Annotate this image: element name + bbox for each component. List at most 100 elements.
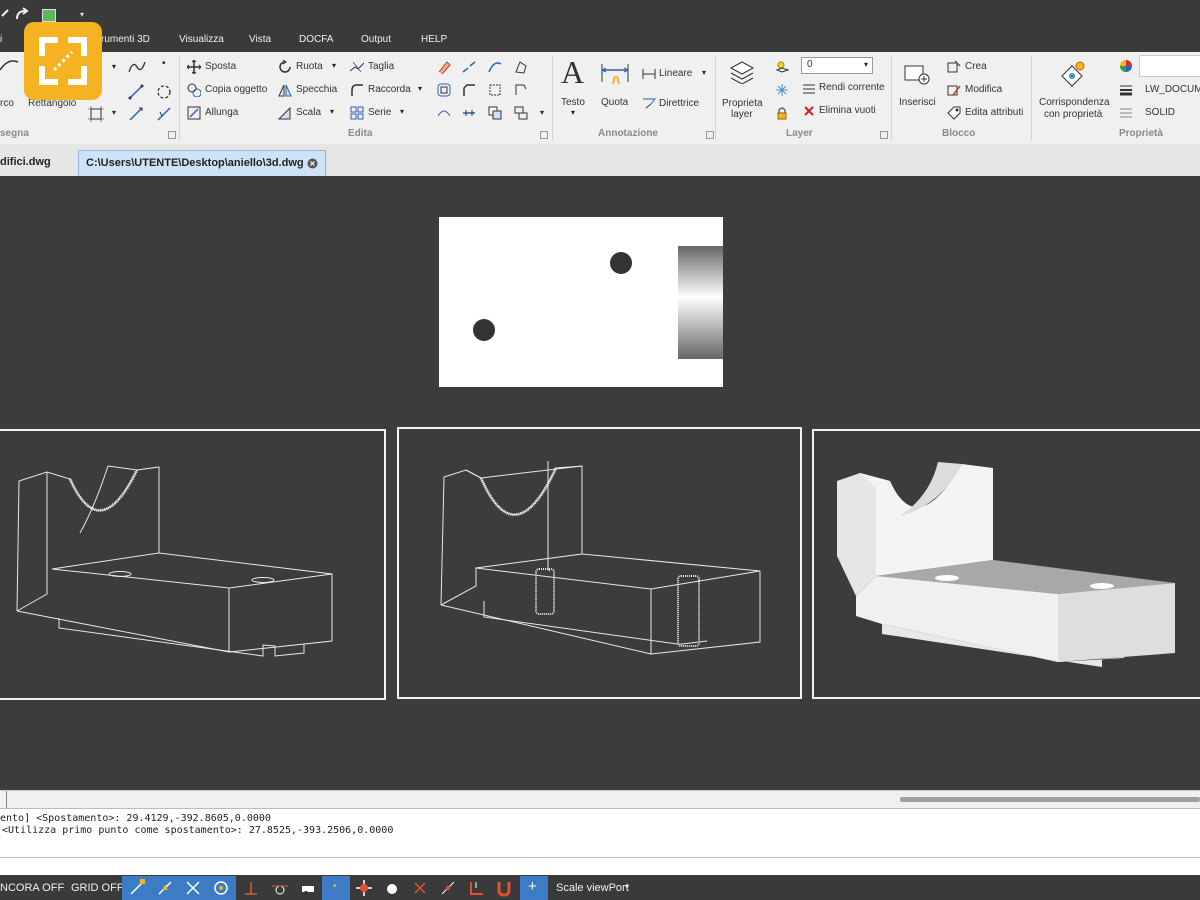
insertion-snap-icon[interactable] <box>354 878 376 898</box>
array-button[interactable]: Serie <box>368 107 391 118</box>
insert-button[interactable]: Inserisci <box>899 97 936 108</box>
group-launcher-edita[interactable] <box>540 131 548 139</box>
horizontal-scrollbar[interactable] <box>0 790 1200 809</box>
color-dropdown[interactable] <box>1139 55 1200 77</box>
fillet-button[interactable]: Raccorda <box>368 84 411 95</box>
ray-icon[interactable] <box>156 106 172 122</box>
layer-dropdown[interactable]: 0 ▾ <box>801 57 873 74</box>
match-properties-button[interactable]: Corrispondenza <box>1039 97 1110 108</box>
chevron-down-icon[interactable]: ▾ <box>540 108 544 117</box>
chamfer-icon[interactable] <box>462 83 476 97</box>
break-icon[interactable] <box>462 60 476 74</box>
linetype-value[interactable]: SOLID <box>1145 107 1175 118</box>
node-snap-toggle[interactable]: • <box>322 876 350 900</box>
region-icon[interactable] <box>88 106 104 122</box>
tab-3d-dwg[interactable]: C:\Users\UTENTE\Desktop\aniello\3d.dwg <box>78 150 326 177</box>
menu-item-vista[interactable]: Vista <box>249 34 271 45</box>
text-button[interactable]: Testo <box>561 97 585 108</box>
chevron-down-icon[interactable]: ▾ <box>112 108 116 117</box>
parallel-snap-icon[interactable] <box>438 878 460 898</box>
chevron-down-icon[interactable]: ▾ <box>330 107 334 116</box>
layer-properties-button-line2[interactable]: layer <box>731 109 753 120</box>
chevron-down-icon[interactable]: ▾ <box>571 108 575 117</box>
mirror-button[interactable]: Specchia <box>296 84 337 95</box>
erase-icon[interactable] <box>437 60 451 74</box>
xline-icon[interactable] <box>128 106 144 122</box>
chevron-down-icon[interactable]: ▾ <box>702 68 706 77</box>
ortho-icon[interactable] <box>466 878 488 898</box>
menu-item-strumenti-3d[interactable]: rumenti 3D <box>101 34 150 45</box>
menu-item-help[interactable]: HELP <box>421 34 447 45</box>
group-icon[interactable] <box>514 106 528 120</box>
group-launcher-layer[interactable] <box>880 131 888 139</box>
make-current-button[interactable]: Rendi corrente <box>819 82 885 93</box>
extension-snap-icon[interactable] <box>410 878 432 898</box>
grid-toggle[interactable]: GRID OFF <box>71 882 124 894</box>
draw-order-icon[interactable] <box>488 106 502 120</box>
tangent-snap-icon[interactable] <box>270 878 292 898</box>
offset-icon[interactable] <box>437 83 451 97</box>
leader-button[interactable]: Direttrice <box>659 98 699 109</box>
line-icon[interactable] <box>128 84 144 100</box>
intersection-snap-icon[interactable] <box>183 878 205 898</box>
match-properties-button-line2[interactable]: con proprietà <box>1044 109 1102 120</box>
dynamic-input-toggle[interactable]: + <box>520 876 548 900</box>
undo-icon[interactable] <box>0 8 10 22</box>
chevron-down-icon[interactable]: ▾ <box>332 61 336 70</box>
quadrant-snap-icon[interactable] <box>382 878 404 898</box>
menu-item-partial[interactable]: i <box>0 34 2 45</box>
scale-button[interactable]: Scala <box>296 107 321 118</box>
edit-block-button[interactable]: Modifica <box>965 84 1002 95</box>
midpoint-snap-icon[interactable] <box>155 878 177 898</box>
group-launcher-annotazione[interactable] <box>706 131 714 139</box>
delete-empty-button[interactable]: Elimina vuoti <box>819 105 876 116</box>
scrollbar-thumb[interactable] <box>900 797 1200 802</box>
snap-toggle[interactable]: NCORA OFF <box>0 882 64 894</box>
xray-viewport[interactable] <box>397 427 802 699</box>
layer-on-icon[interactable] <box>775 60 789 74</box>
color-wheel-icon[interactable] <box>1119 59 1133 73</box>
top-view-viewport[interactable] <box>439 217 723 387</box>
tab-edifici[interactable]: difici.dwg <box>0 150 76 176</box>
drawing-area[interactable] <box>0 176 1200 790</box>
polygon-icon[interactable] <box>156 84 172 100</box>
command-input[interactable] <box>0 858 1200 875</box>
group-launcher-disegna[interactable] <box>168 131 176 139</box>
edit-pline-icon[interactable] <box>514 83 528 97</box>
join-icon[interactable] <box>488 60 502 74</box>
dimension-button[interactable]: Quota <box>601 97 628 108</box>
create-button[interactable]: Crea <box>965 61 987 72</box>
chevron-down-icon[interactable]: ▾ <box>625 882 629 891</box>
scale-viewport-dropdown[interactable]: Scale viewPort <box>556 882 629 894</box>
wireframe-viewport[interactable] <box>0 429 386 700</box>
layer-freeze-icon[interactable] <box>775 83 789 97</box>
chevron-down-icon[interactable]: ▾ <box>400 107 404 116</box>
menu-item-visualizza[interactable]: Visualizza <box>179 34 224 45</box>
trim-button[interactable]: Taglia <box>368 61 394 72</box>
magnet-icon[interactable] <box>494 878 516 898</box>
edit-attributes-button[interactable]: Edita attributi <box>965 107 1023 118</box>
stretch-icon[interactable] <box>514 60 528 74</box>
copy-button[interactable]: Copia oggetto <box>205 84 267 95</box>
layer-lock-icon[interactable] <box>775 106 789 120</box>
nearest-snap-icon[interactable] <box>298 878 320 898</box>
rotate-button[interactable]: Ruota <box>296 61 323 72</box>
align-icon[interactable] <box>462 106 476 120</box>
command-window[interactable]: ento] <Spostamento>: 29.4129,-392.8605,0… <box>0 808 1200 875</box>
shaded-viewport[interactable] <box>812 429 1200 699</box>
endpoint-snap-icon[interactable] <box>127 878 149 898</box>
linear-button[interactable]: Lineare <box>659 68 692 79</box>
perpendicular-snap-icon[interactable] <box>241 878 263 898</box>
center-snap-icon[interactable] <box>211 878 233 898</box>
explode-icon[interactable] <box>488 83 502 97</box>
quick-access-dropdown-icon[interactable]: ▾ <box>80 10 84 19</box>
chevron-down-icon[interactable]: ▾ <box>418 84 422 93</box>
close-icon[interactable] <box>307 158 318 169</box>
save-icon[interactable] <box>42 9 56 22</box>
extend-button[interactable]: Allunga <box>205 107 238 118</box>
lengthen-icon[interactable] <box>437 106 451 120</box>
menu-item-docfa[interactable]: DOCFA <box>299 34 333 45</box>
menu-item-output[interactable]: Output <box>361 34 391 45</box>
layer-properties-button[interactable]: Proprieta <box>722 98 763 109</box>
move-button[interactable]: Sposta <box>205 61 236 72</box>
